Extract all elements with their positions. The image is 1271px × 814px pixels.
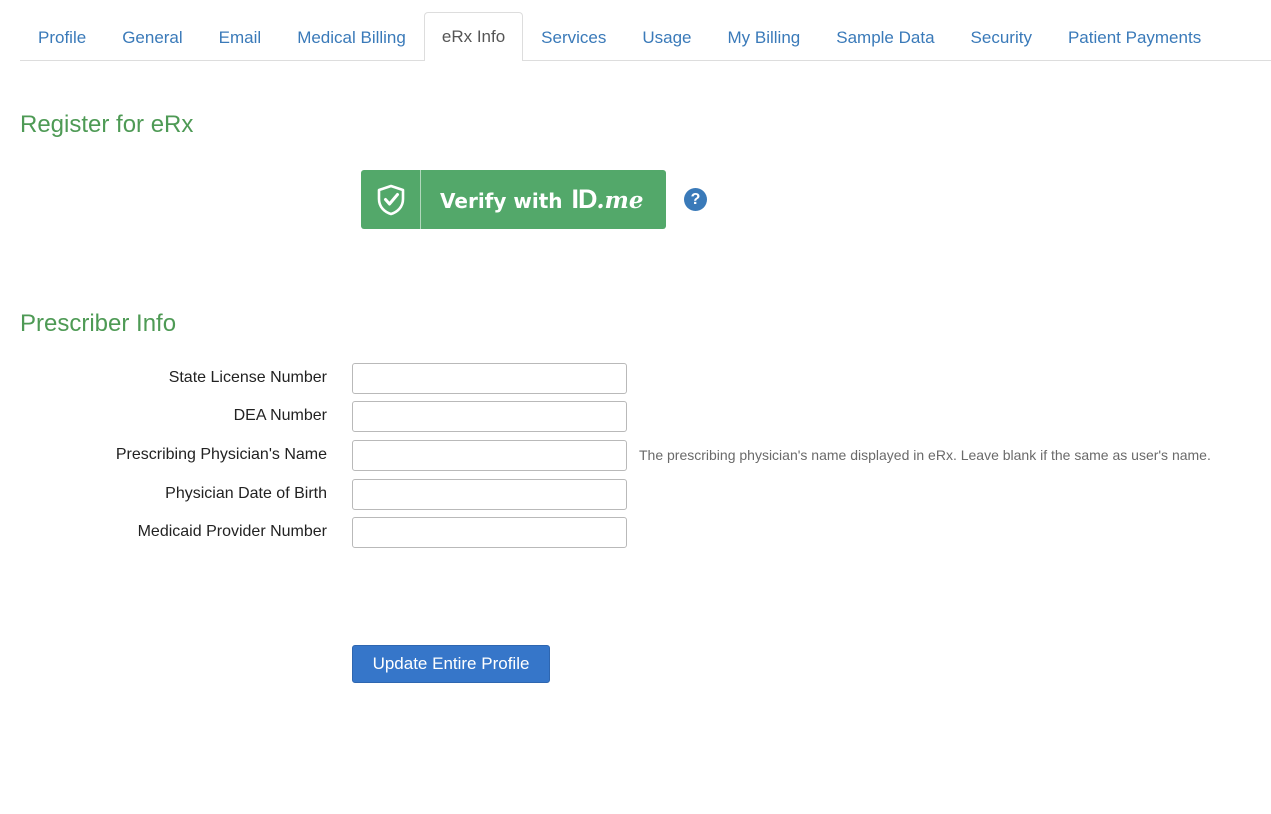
tab-general[interactable]: General	[104, 14, 200, 61]
physician-name-input[interactable]	[352, 440, 627, 471]
medicaid-provider-row: Medicaid Provider Number	[0, 517, 1271, 549]
verify-with-idme-button[interactable]: Verify with ID .me	[361, 170, 666, 229]
state-license-row: State License Number	[0, 363, 1271, 395]
profile-tabs: Profile General Email Medical Billing eR…	[20, 12, 1271, 61]
question-circle-icon[interactable]: ?	[684, 188, 707, 211]
state-license-input[interactable]	[352, 363, 627, 394]
medicaid-provider-input[interactable]	[352, 517, 627, 548]
verify-button-label: Verify with ID .me	[421, 184, 643, 215]
tab-sample-data[interactable]: Sample Data	[818, 14, 952, 61]
physician-name-help-text: The prescribing physician's name display…	[639, 447, 1211, 463]
dea-number-label: DEA Number	[233, 407, 327, 424]
tab-security[interactable]: Security	[953, 14, 1050, 61]
dea-number-row: DEA Number	[0, 401, 1271, 433]
verify-with-text: Verify with	[440, 189, 563, 213]
shield-check-icon	[361, 170, 421, 229]
update-entire-profile-button[interactable]: Update Entire Profile	[352, 645, 550, 683]
idme-logo-id: ID	[571, 184, 598, 214]
physician-dob-row: Physician Date of Birth	[0, 479, 1271, 511]
tab-email[interactable]: Email	[201, 14, 280, 61]
tab-profile[interactable]: Profile	[20, 14, 104, 61]
idme-logo-me: .me	[596, 187, 644, 214]
tab-erx-info[interactable]: eRx Info	[423, 12, 524, 61]
physician-dob-input[interactable]	[352, 479, 627, 510]
tab-usage[interactable]: Usage	[624, 14, 709, 61]
prescriber-info-heading: Prescriber Info	[20, 310, 177, 337]
physician-name-label: Prescribing Physician's Name	[115, 446, 327, 463]
dea-number-input[interactable]	[352, 401, 627, 432]
physician-name-row: Prescribing Physician's Name The prescri…	[0, 440, 1271, 472]
register-erx-heading: Register for eRx	[20, 111, 194, 138]
tab-services[interactable]: Services	[523, 14, 624, 61]
tab-patient-payments[interactable]: Patient Payments	[1050, 14, 1219, 61]
state-license-label: State License Number	[168, 369, 327, 386]
tab-my-billing[interactable]: My Billing	[710, 14, 819, 61]
physician-dob-label: Physician Date of Birth	[165, 485, 327, 502]
tab-medical-billing[interactable]: Medical Billing	[279, 14, 424, 61]
medicaid-provider-label: Medicaid Provider Number	[137, 523, 327, 540]
idme-logo: ID .me	[572, 184, 644, 215]
